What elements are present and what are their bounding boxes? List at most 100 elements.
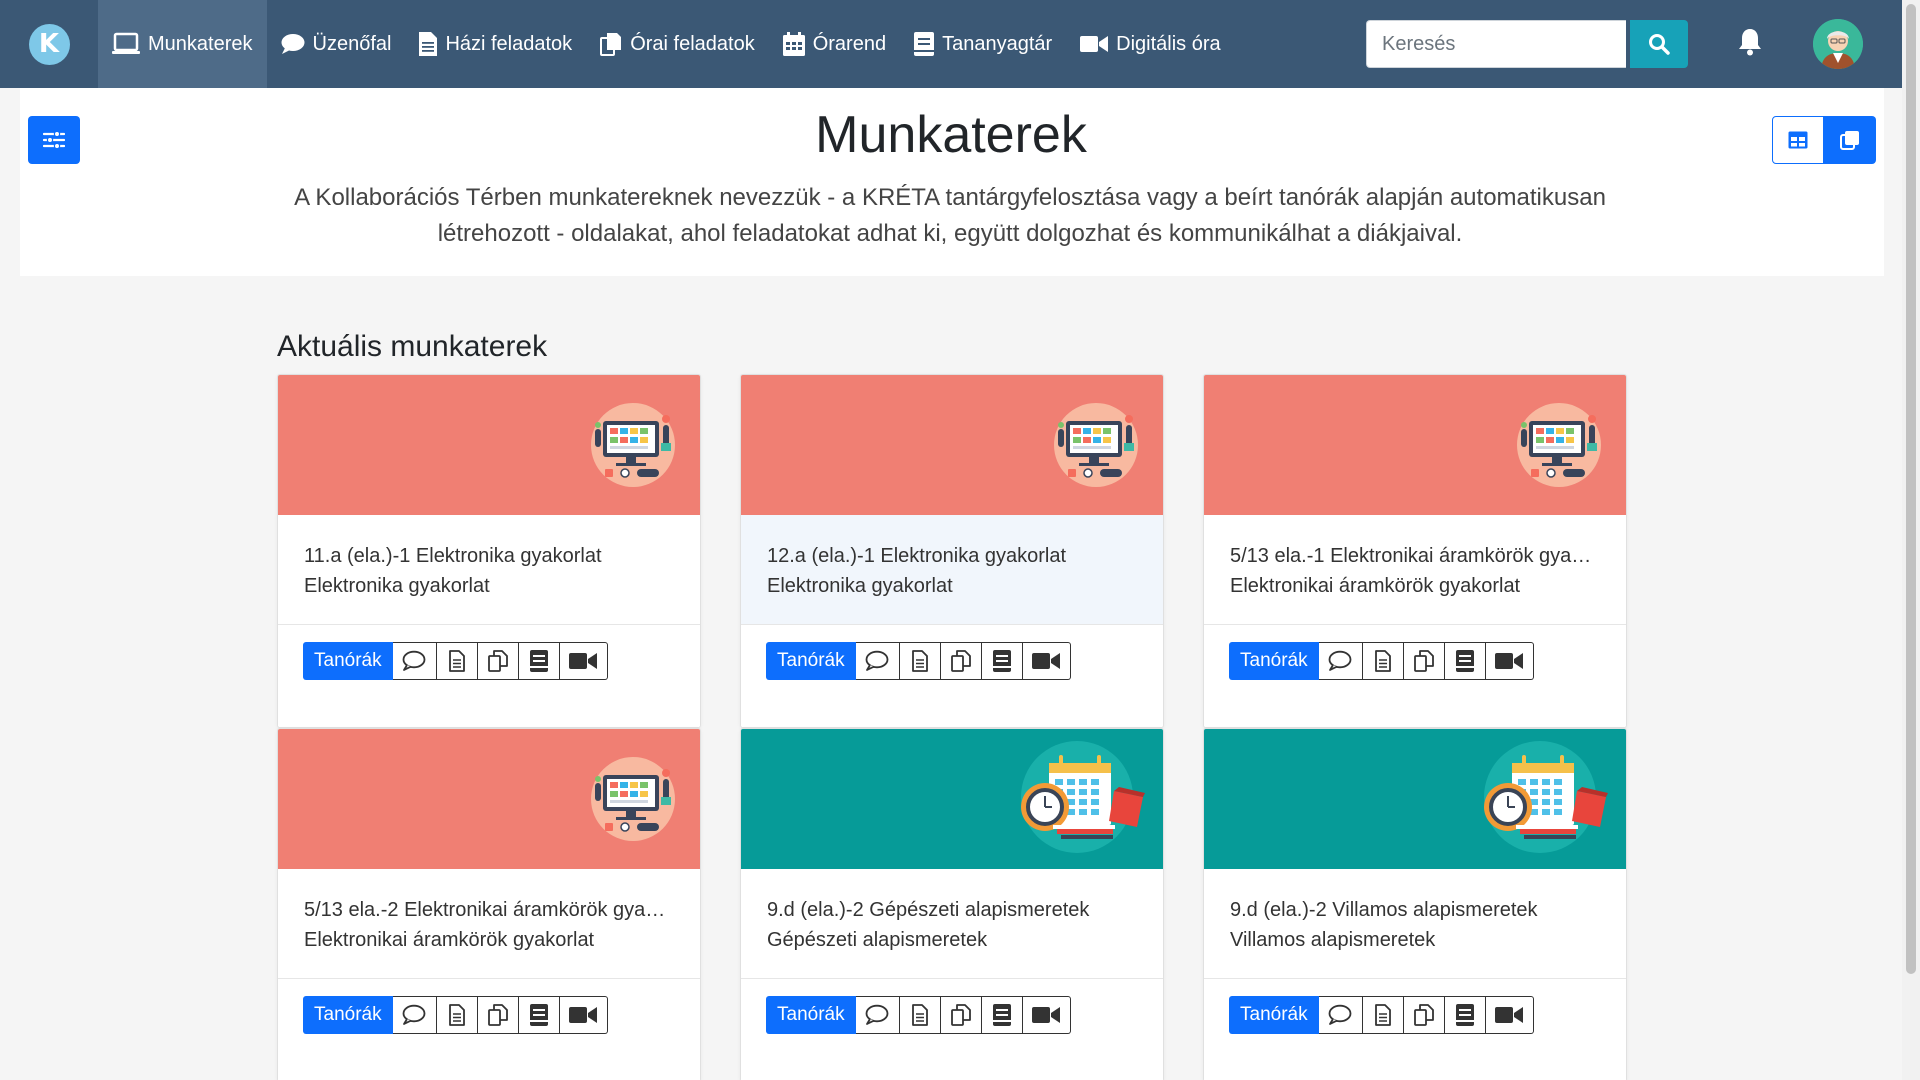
- lessons-button[interactable]: Tanórák: [1229, 642, 1319, 680]
- nav-menu: Munkaterek Üzenőfal Házi feladatok Órai …: [98, 0, 1235, 88]
- homework-button[interactable]: [1362, 642, 1404, 680]
- card-actions: Tanórák: [303, 642, 700, 680]
- description-line: A Kollaborációs Térben munkatereknek nev…: [294, 184, 1606, 211]
- card-subtitle: Elektronika gyakorlat: [304, 575, 490, 597]
- learning-materials-button[interactable]: [981, 642, 1023, 680]
- book-icon: [992, 1004, 1011, 1026]
- card-body[interactable]: 12.a (ela.)-1 Elektronika gyakorlat Elek…: [741, 515, 1163, 625]
- copy-icon: [487, 650, 508, 672]
- tv-gaming-illustration: [1517, 403, 1601, 487]
- learning-materials-button[interactable]: [981, 996, 1023, 1034]
- digital-lesson-button[interactable]: [559, 996, 608, 1034]
- homework-button[interactable]: [899, 642, 941, 680]
- copy-icon: [950, 650, 971, 672]
- speech-bubble-icon: [402, 650, 426, 671]
- card-subtitle: Elektronikai áramkörök gyakorlat: [1230, 575, 1521, 597]
- class-tasks-button[interactable]: [1403, 996, 1445, 1034]
- card-subtitle: Gépészeti alapismeretek: [767, 929, 988, 951]
- lessons-button[interactable]: Tanórák: [303, 642, 393, 680]
- digital-lesson-button[interactable]: [559, 642, 608, 680]
- homework-button[interactable]: [899, 996, 941, 1034]
- class-tasks-button[interactable]: [477, 996, 519, 1034]
- workspace-card[interactable]: 5/13 ela.-1 Elektronikai áramkörök gyako…: [1203, 374, 1627, 728]
- card-body[interactable]: 11.a (ela.)-1 Elektronika gyakorlat Elek…: [278, 515, 700, 625]
- card-subtitle: Villamos alapismeretek: [1230, 929, 1436, 951]
- avatar[interactable]: [1813, 19, 1863, 69]
- workspace-card[interactable]: 11.a (ela.)-1 Elektronika gyakorlat Elek…: [277, 374, 701, 728]
- message-board-button[interactable]: [392, 642, 437, 680]
- nav-item-tananyagtar[interactable]: Tananyagtár: [900, 0, 1066, 88]
- workspace-card[interactable]: 9.d (ela.)-2 Gépészeti alapismeretek Gép…: [740, 728, 1164, 1080]
- homework-button[interactable]: [1362, 996, 1404, 1034]
- brand-logo[interactable]: K: [0, 0, 98, 88]
- scrollbar-thumb[interactable]: [1906, 4, 1916, 974]
- learning-materials-button[interactable]: [1444, 642, 1486, 680]
- class-tasks-button[interactable]: [940, 996, 982, 1034]
- learning-materials-button[interactable]: [518, 642, 560, 680]
- class-tasks-button[interactable]: [940, 642, 982, 680]
- nav-item-orarend[interactable]: Órarend: [769, 0, 900, 88]
- message-board-button[interactable]: [855, 996, 900, 1034]
- card-title: 5/13 ela.-1 Elektronikai áramkörök gyako…: [1230, 545, 1600, 567]
- nav-item-hazi-feladatok[interactable]: Házi feladatok: [405, 0, 586, 88]
- book-icon: [529, 650, 548, 672]
- book-icon: [914, 32, 935, 56]
- digital-lesson-button[interactable]: [1485, 642, 1534, 680]
- card-subtitle: Elektronikai áramkörök gyakorlat: [304, 929, 595, 951]
- nav-item-uzenofal[interactable]: Üzenőfal: [267, 0, 406, 88]
- message-board-button[interactable]: [392, 996, 437, 1034]
- video-camera-icon: [569, 1007, 598, 1023]
- video-camera-icon: [1495, 1007, 1524, 1023]
- lessons-button[interactable]: Tanórák: [303, 996, 393, 1034]
- nav-item-digitalis-ora[interactable]: Digitális óra: [1066, 0, 1234, 88]
- copy-icon: [1413, 1004, 1434, 1026]
- lessons-button[interactable]: Tanórák: [766, 642, 856, 680]
- nav-item-label: Házi feladatok: [445, 32, 573, 55]
- card-footer: Tanórák: [1204, 625, 1626, 727]
- nav-item-orai-feladatok[interactable]: Órai feladatok: [586, 0, 769, 88]
- video-camera-icon: [1080, 36, 1109, 52]
- card-body[interactable]: 5/13 ela.-2 Elektronikai áramkörök gyako…: [278, 869, 700, 979]
- learning-materials-button[interactable]: [518, 996, 560, 1034]
- card-actions: Tanórák: [1229, 996, 1626, 1034]
- book-icon: [1455, 1004, 1474, 1026]
- document-icon: [448, 1004, 465, 1026]
- card-body[interactable]: 5/13 ela.-1 Elektronikai áramkörök gyako…: [1204, 515, 1626, 625]
- homework-button[interactable]: [436, 996, 478, 1034]
- workspace-card[interactable]: 12.a (ela.)-1 Elektronika gyakorlat Elek…: [740, 374, 1164, 728]
- card-title: 5/13 ela.-2 Elektronikai áramkörök gyako…: [304, 899, 674, 921]
- digital-lesson-button[interactable]: [1485, 996, 1534, 1034]
- speech-bubble-icon: [865, 650, 889, 671]
- message-board-button[interactable]: [1318, 996, 1363, 1034]
- homework-button[interactable]: [436, 642, 478, 680]
- search-button[interactable]: [1630, 20, 1688, 68]
- card-footer: Tanórák: [278, 979, 700, 1080]
- card-footer: Tanórák: [1204, 979, 1626, 1080]
- digital-lesson-button[interactable]: [1022, 996, 1071, 1034]
- lessons-button[interactable]: Tanórák: [1229, 996, 1319, 1034]
- learning-materials-button[interactable]: [1444, 996, 1486, 1034]
- search-input[interactable]: [1366, 20, 1626, 68]
- search-icon: [1649, 34, 1670, 55]
- message-board-button[interactable]: [1318, 642, 1363, 680]
- notifications-button[interactable]: [1738, 28, 1762, 61]
- document-icon: [1374, 1004, 1391, 1026]
- lessons-button[interactable]: Tanórák: [766, 996, 856, 1034]
- workspace-card[interactable]: 5/13 ela.-2 Elektronikai áramkörök gyako…: [277, 728, 701, 1080]
- section-title: Aktuális munkaterek: [277, 330, 548, 363]
- card-body[interactable]: 9.d (ela.)-2 Gépészeti alapismeretek Gép…: [741, 869, 1163, 979]
- message-board-button[interactable]: [855, 642, 900, 680]
- scrollbar[interactable]: [1902, 0, 1920, 1080]
- card-footer: Tanórák: [741, 625, 1163, 727]
- digital-lesson-button[interactable]: [1022, 642, 1071, 680]
- workspace-card[interactable]: 9.d (ela.)-2 Villamos alapismeretek Vill…: [1203, 728, 1627, 1080]
- nav-item-label: Órai feladatok: [630, 32, 755, 55]
- card-body[interactable]: 9.d (ela.)-2 Villamos alapismeretek Vill…: [1204, 869, 1626, 979]
- nav-item-munkaterek[interactable]: Munkaterek: [98, 0, 267, 88]
- speech-bubble-icon: [402, 1004, 426, 1025]
- document-icon: [911, 1004, 928, 1026]
- class-tasks-button[interactable]: [477, 642, 519, 680]
- class-tasks-button[interactable]: [1403, 642, 1445, 680]
- book-icon: [1455, 650, 1474, 672]
- speech-bubble-icon: [865, 1004, 889, 1025]
